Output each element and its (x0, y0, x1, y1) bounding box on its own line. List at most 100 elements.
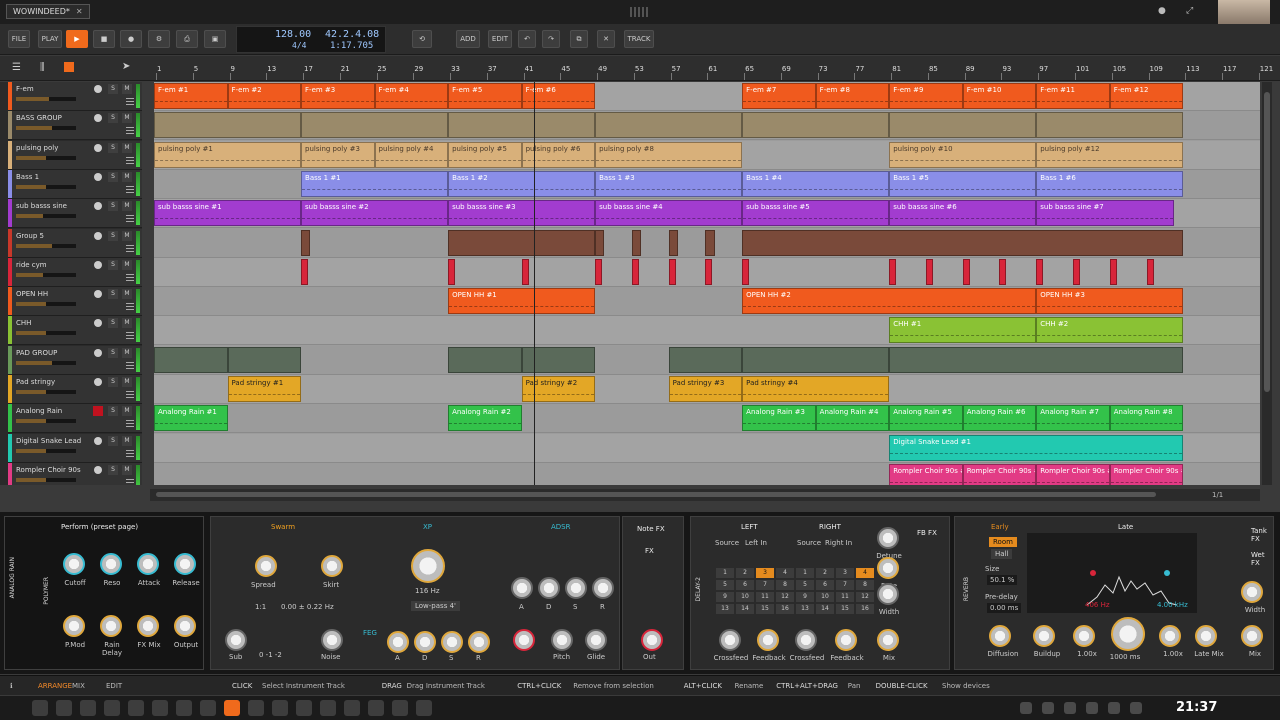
ride-clip[interactable] (705, 258, 713, 285)
pitch-knob[interactable] (551, 629, 573, 651)
group-clip[interactable] (631, 229, 642, 256)
clip[interactable]: sub basss sine #4 (595, 200, 743, 227)
solo-button[interactable]: S (108, 347, 118, 358)
filter-freq-knob[interactable] (411, 549, 445, 583)
app3-icon[interactable] (368, 700, 384, 716)
clip[interactable]: Analong Rain #7 (1036, 405, 1110, 432)
mute-button[interactable]: M (122, 318, 132, 329)
mute-button[interactable]: M (122, 347, 132, 358)
solo-button[interactable]: S (108, 377, 118, 387)
ride-clip[interactable] (631, 258, 639, 285)
clip[interactable]: Analong Rain #4 (815, 405, 890, 432)
tray1-icon[interactable] (1108, 702, 1120, 714)
ride-clip[interactable] (521, 258, 529, 285)
clip[interactable]: sub basss sine #3 (448, 200, 596, 227)
mute-button[interactable]: M (122, 142, 132, 153)
high-freq-value[interactable]: 4.00 kHz (1157, 601, 1188, 609)
group-clip[interactable] (742, 229, 1184, 256)
track-menu-icon[interactable] (126, 185, 134, 194)
poly-knob[interactable] (100, 553, 122, 575)
volume-fader[interactable] (16, 97, 76, 101)
loop-button[interactable]: ⟲ (412, 30, 432, 48)
clip[interactable]: Bass 1 #1 (301, 170, 449, 197)
delay-step[interactable]: 13 (716, 604, 734, 614)
ride-clip[interactable] (1036, 258, 1044, 285)
clip[interactable]: F-em #7 (742, 83, 816, 109)
clip[interactable]: Rompler Choir 90s # (1109, 463, 1184, 485)
track-name[interactable]: CHH (16, 319, 31, 327)
file-button[interactable]: FILE (8, 30, 30, 48)
track-menu-icon[interactable] (126, 361, 134, 370)
delay-step[interactable]: 2 (816, 568, 834, 578)
poly-knob[interactable] (63, 615, 85, 637)
feg-knob[interactable] (468, 631, 490, 653)
fb-fx-button[interactable]: FB FX (917, 529, 937, 537)
track-name[interactable]: Rompler Choir 90s (16, 466, 81, 474)
ride-clip[interactable] (595, 258, 603, 285)
clip[interactable]: Bass 1 #2 (448, 170, 596, 197)
info-icon[interactable]: ℹ (10, 682, 13, 690)
volume-fader[interactable] (16, 184, 76, 189)
ride-clip[interactable] (999, 258, 1007, 285)
clip[interactable]: F-em #1 (154, 83, 228, 109)
mute-button[interactable]: M (122, 464, 132, 475)
clip[interactable]: F-em #4 (374, 83, 449, 109)
clip[interactable]: pulsing poly #12 (1036, 141, 1184, 168)
project-tab[interactable]: WOWINDEED* ✕ (6, 4, 90, 19)
solo-button[interactable]: S (108, 259, 118, 270)
clip[interactable]: F-em #5 (448, 83, 522, 109)
track-name[interactable]: sub basss sine (16, 202, 67, 210)
volume-fader[interactable] (16, 390, 76, 394)
clip[interactable]: Pad stringy #3 (668, 376, 743, 402)
group-clip[interactable] (705, 229, 715, 256)
reverb-knob[interactable] (1241, 625, 1263, 647)
delay-step[interactable]: 11 (756, 592, 774, 602)
pitch-mod-knob[interactable] (513, 629, 535, 651)
clip[interactable]: pulsing poly #8 (595, 141, 743, 168)
delay-step[interactable]: 5 (796, 580, 814, 590)
group-clip[interactable] (448, 112, 596, 139)
clip[interactable]: OPEN HH #1 (448, 288, 596, 315)
delay-left-grid[interactable]: 1 2 3 45 6 7 89 10 11 1213 14 15 16 (715, 567, 799, 615)
delay-right-grid[interactable]: 1 2 3 45 6 7 89 10 11 1213 14 15 16 (795, 567, 879, 615)
clip[interactable]: Analong Rain #8 (1109, 405, 1184, 432)
source-left-select[interactable]: Left In (745, 539, 767, 547)
clip[interactable]: pulsing poly #10 (889, 141, 1037, 168)
track-header[interactable]: PAD GROUP S M (8, 345, 142, 375)
solo-button[interactable]: S (108, 289, 118, 300)
clip[interactable]: Pad stringy #4 (742, 376, 890, 402)
redo-button[interactable]: ↷ (542, 30, 560, 48)
undo-button[interactable]: ↶ (518, 30, 536, 48)
reverb-knob[interactable] (1111, 617, 1145, 651)
clip[interactable]: Analong Rain #2 (448, 405, 522, 432)
volume-fader[interactable] (16, 331, 76, 336)
delay-knob[interactable] (719, 629, 741, 651)
reverb-knob[interactable] (1033, 625, 1055, 647)
edit-button[interactable]: EDIT (488, 30, 512, 48)
sub-knob[interactable] (225, 629, 247, 651)
noise-knob[interactable] (321, 629, 343, 651)
reverb-knob[interactable] (1159, 625, 1181, 647)
delay-knob[interactable] (877, 527, 899, 549)
monitor-icon[interactable] (94, 143, 102, 152)
monitor-icon[interactable] (94, 290, 102, 299)
track-header[interactable]: BASS GROUP S M (8, 111, 142, 141)
group-clip[interactable] (448, 229, 596, 256)
reverb-knob[interactable] (1241, 581, 1263, 603)
clip[interactable]: pulsing poly #3 (301, 141, 375, 168)
pen-icon[interactable] (152, 700, 168, 716)
solo-button[interactable]: S (108, 84, 118, 94)
track-menu-icon[interactable] (126, 478, 134, 485)
monitor-icon[interactable] (94, 436, 102, 445)
track-name[interactable]: pulsing poly (16, 144, 58, 152)
clip[interactable]: F-em #2 (227, 83, 302, 109)
app5-icon[interactable] (416, 700, 432, 716)
bluetooth-icon[interactable] (1042, 702, 1054, 714)
track-menu-icon[interactable] (126, 449, 134, 458)
delay-step[interactable]: 12 (856, 592, 874, 602)
menu-icon[interactable] (32, 700, 48, 716)
synth-device[interactable]: Swarm Spread Skirt 1:1 0.00 ± 0.22 Hz XP… (210, 516, 620, 670)
reverb-knob[interactable] (1195, 625, 1217, 647)
mute-button[interactable]: M (122, 435, 132, 446)
mute-button[interactable]: M (122, 113, 132, 124)
